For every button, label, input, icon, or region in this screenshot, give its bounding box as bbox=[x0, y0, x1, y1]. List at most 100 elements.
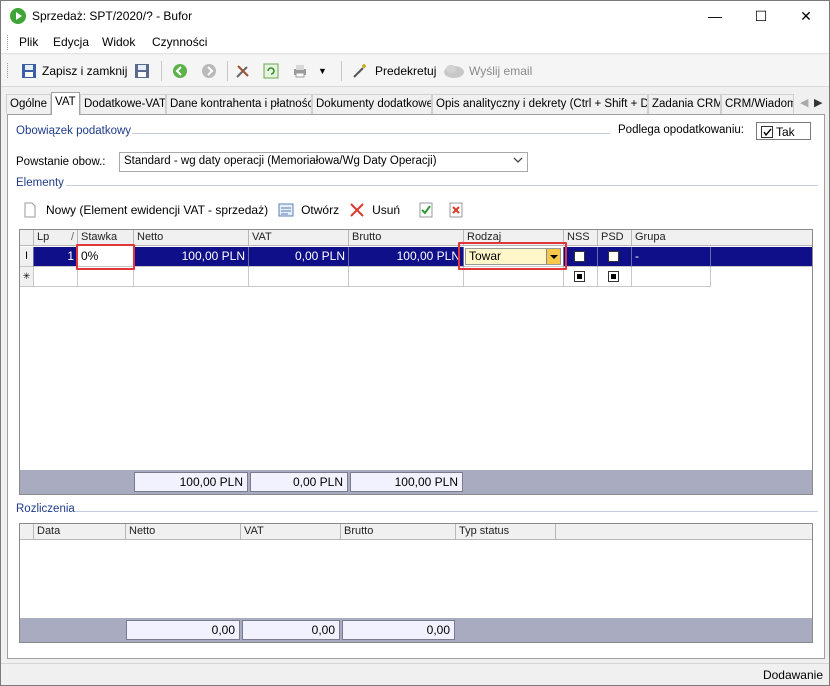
status-mode: Dodawanie bbox=[762, 668, 823, 682]
menu-edycja[interactable]: Edycja bbox=[53, 35, 89, 49]
elementy-section-label: Elementy bbox=[16, 177, 64, 189]
nss-checkbox[interactable] bbox=[574, 251, 585, 262]
arrow-left-circle-icon bbox=[172, 63, 188, 79]
column-header-nss[interactable]: NSS bbox=[564, 230, 598, 246]
column-header-typ-status[interactable]: Typ status bbox=[456, 524, 556, 540]
print-button[interactable]: ▼ bbox=[292, 61, 327, 81]
cell-vat[interactable]: 0,00 PLN bbox=[249, 247, 349, 267]
cell-psd[interactable] bbox=[598, 247, 632, 267]
new-cell-vat[interactable] bbox=[249, 267, 349, 287]
nss-checkbox-indeterminate[interactable] bbox=[574, 271, 585, 282]
powstanie-dropdown[interactable]: Standard - wg daty operacji (Memoriałowa… bbox=[119, 152, 528, 172]
new-element-button[interactable]: Nowy (Element ewidencji VAT - sprzedaż) bbox=[22, 202, 268, 218]
menu-widok[interactable]: Widok bbox=[102, 35, 135, 49]
section-divider bbox=[75, 511, 818, 512]
cell-brutto[interactable]: 100,00 PLN bbox=[349, 247, 464, 267]
new-cell-stawka[interactable] bbox=[78, 267, 134, 287]
psd-checkbox-indeterminate[interactable] bbox=[608, 271, 619, 282]
column-header-psd[interactable]: PSD bbox=[598, 230, 632, 246]
toolbar: Zapisz i zamknij ▼ Predekretuj Wyślij em… bbox=[1, 55, 829, 87]
podlega-label: Podlega opodatkowaniu: bbox=[618, 124, 744, 136]
previous-button[interactable] bbox=[172, 61, 188, 81]
open-label: Otwórz bbox=[301, 203, 340, 217]
refresh-button[interactable] bbox=[263, 61, 279, 81]
menu-plik[interactable]: Plik bbox=[19, 35, 38, 49]
rozliczenia-section-label: Rozliczenia bbox=[16, 503, 75, 515]
app-play-icon bbox=[10, 8, 26, 24]
tab-crm-wiadomosci[interactable]: CRM/Wiadomo bbox=[721, 94, 794, 114]
total-netto: 0,00 bbox=[126, 620, 240, 640]
total-vat: 0,00 PLN bbox=[250, 472, 348, 492]
row-indicator-header bbox=[20, 230, 34, 246]
tab-zadania-crm[interactable]: Zadania CRM bbox=[648, 94, 721, 114]
column-header-data[interactable]: Data bbox=[34, 524, 126, 540]
total-brutto: 0,00 bbox=[342, 620, 455, 640]
rozliczenia-grid: Data Netto VAT Brutto Typ status 0,00 0,… bbox=[19, 523, 813, 643]
next-button[interactable] bbox=[201, 61, 217, 81]
save-close-button[interactable]: Zapisz i zamknij bbox=[21, 61, 127, 81]
minimize-button[interactable]: — bbox=[692, 1, 738, 31]
open-form-icon bbox=[278, 202, 294, 218]
tools-button[interactable] bbox=[235, 61, 251, 81]
obowiazek-section-label: Obowiązek podatkowy bbox=[16, 125, 132, 137]
rodzaj-highlight bbox=[458, 242, 567, 270]
tab-vat[interactable]: VAT bbox=[51, 92, 80, 115]
column-header-brutto[interactable]: Brutto bbox=[341, 524, 456, 540]
column-header-grupa[interactable]: Grupa bbox=[632, 230, 812, 246]
cell-lp[interactable]: 1 bbox=[34, 247, 78, 267]
tab-ogolne[interactable]: Ogólne bbox=[6, 94, 51, 114]
chevron-down-icon bbox=[513, 155, 523, 168]
column-header-lp[interactable]: Lp / bbox=[34, 230, 78, 246]
new-row[interactable]: ✳ bbox=[20, 267, 812, 287]
podlega-value: Tak bbox=[776, 125, 795, 139]
save-button[interactable] bbox=[134, 61, 150, 81]
column-header-vat[interactable]: VAT bbox=[241, 524, 341, 540]
column-header-vat[interactable]: VAT bbox=[249, 230, 349, 246]
send-email-button[interactable]: Wyślij email bbox=[443, 61, 532, 81]
cell-grupa[interactable]: - bbox=[632, 247, 711, 267]
new-cell-grupa[interactable] bbox=[632, 267, 711, 287]
new-cell-psd[interactable] bbox=[598, 267, 632, 287]
tab-opis-analityczny[interactable]: Opis analityczny i dekrety (Ctrl + Shift… bbox=[432, 94, 648, 114]
column-header-brutto[interactable]: Brutto bbox=[349, 230, 464, 246]
magic-wand-icon bbox=[352, 63, 368, 79]
printer-icon bbox=[292, 63, 308, 79]
tab-scroll-left-icon[interactable]: ◀ bbox=[800, 96, 808, 109]
row-indicator: I bbox=[20, 247, 34, 267]
new-cell-rodzaj[interactable] bbox=[464, 267, 564, 287]
new-row-indicator: ✳ bbox=[20, 267, 34, 287]
menu-czynnosci[interactable]: Czynności bbox=[152, 35, 207, 49]
arrow-right-circle-icon bbox=[201, 63, 217, 79]
new-cell-nss[interactable] bbox=[564, 267, 598, 287]
tab-strip: Ogólne VAT Dodatkowe-VAT Dane kontrahent… bbox=[1, 92, 829, 115]
column-header-netto[interactable]: Netto bbox=[134, 230, 249, 246]
reject-button[interactable] bbox=[448, 202, 464, 218]
menu-bar: Plik Edycja Widok Czynności bbox=[1, 31, 829, 54]
tab-dane-kontrahenta[interactable]: Dane kontrahenta i płatności bbox=[166, 94, 312, 114]
tab-dokumenty-dodatkowe[interactable]: Dokumenty dodatkowe bbox=[312, 94, 432, 114]
cell-netto[interactable]: 100,00 PLN bbox=[134, 247, 249, 267]
delete-button[interactable]: Usuń bbox=[349, 202, 400, 218]
tab-dodatkowe-vat[interactable]: Dodatkowe-VAT bbox=[80, 94, 166, 114]
podlega-checkbox[interactable]: Tak bbox=[756, 122, 811, 140]
floppy-disk-icon bbox=[21, 63, 37, 79]
new-element-label: Nowy (Element ewidencji VAT - sprzedaż) bbox=[46, 203, 269, 217]
approve-button[interactable] bbox=[418, 202, 434, 218]
column-header-netto[interactable]: Netto bbox=[126, 524, 241, 540]
psd-checkbox[interactable] bbox=[608, 251, 619, 262]
toolbar-separator bbox=[227, 61, 228, 81]
cell-nss[interactable] bbox=[564, 247, 598, 267]
table-row[interactable]: I 1 0% 100,00 PLN 0,00 PLN 100,00 PLN To… bbox=[20, 247, 812, 267]
open-button[interactable]: Otwórz bbox=[278, 202, 339, 218]
new-cell-lp[interactable] bbox=[34, 267, 78, 287]
new-cell-netto[interactable] bbox=[134, 267, 249, 287]
stawka-highlight bbox=[76, 244, 135, 270]
checkbox-checked-icon bbox=[761, 126, 773, 138]
chevron-down-icon[interactable]: ▼ bbox=[318, 66, 327, 76]
close-button[interactable]: ✕ bbox=[783, 1, 829, 31]
tab-scroll-right-icon[interactable]: ▶ bbox=[814, 96, 822, 109]
window-title: Sprzedaż: SPT/2020/? - Bufor bbox=[32, 9, 193, 23]
predekretuj-button[interactable]: Predekretuj bbox=[352, 61, 436, 81]
new-cell-brutto[interactable] bbox=[349, 267, 464, 287]
maximize-button[interactable]: ☐ bbox=[738, 1, 784, 31]
